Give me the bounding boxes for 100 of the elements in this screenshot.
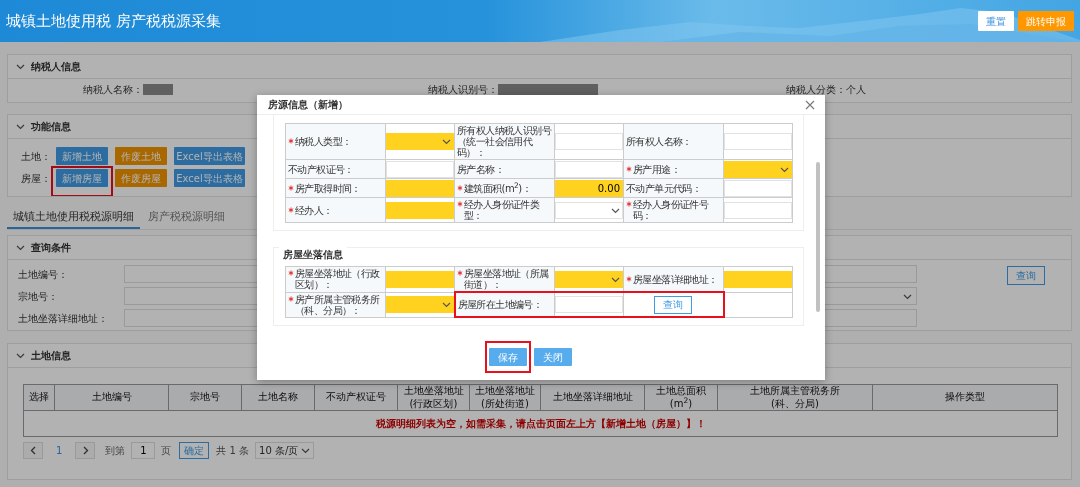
empty-message: 税源明细列表为空，如需采集，请点击页面左上方【新增土地（房屋）】！ <box>23 410 1058 437</box>
dialog-title: 房源信息（新增） <box>268 98 348 112</box>
required-icon <box>457 270 463 276</box>
column-header: 不动产权证号 <box>314 384 398 411</box>
field-label: 经办人身份证件类型： <box>464 199 541 221</box>
column-header: 操作类型 <box>872 384 1058 411</box>
reset-button[interactable]: 重置 <box>978 11 1014 31</box>
field-label: 房屋坐落地址（所属街道）： <box>464 268 550 290</box>
input-field[interactable] <box>724 270 792 288</box>
input-field[interactable] <box>386 179 454 197</box>
input-field[interactable] <box>386 270 454 288</box>
caret-icon <box>903 292 912 300</box>
field-value: 个人 <box>846 83 866 97</box>
row-label: 土地： <box>21 149 49 164</box>
add-button[interactable]: 新增土地 <box>56 147 108 165</box>
caret-icon <box>301 447 311 454</box>
column-header: 选择 <box>23 384 55 411</box>
field-label: 经办人： <box>295 204 333 216</box>
input-field[interactable] <box>386 160 454 178</box>
field-label: 纳税人类型： <box>295 136 352 147</box>
dialog-button[interactable]: 关闭 <box>534 348 572 366</box>
panel-title: 纳税人信息 <box>31 60 81 74</box>
chevron-icon <box>16 63 25 70</box>
panel-title: 查询条件 <box>31 241 71 255</box>
submit-button[interactable]: 跳转申报 <box>1018 11 1074 31</box>
column-header: 土地编号 <box>54 384 169 411</box>
required-icon <box>288 184 294 191</box>
field-label: 不动产权证号： <box>288 163 354 175</box>
field-label: 房产名称： <box>457 163 504 175</box>
input-field[interactable] <box>724 201 792 219</box>
select-field[interactable] <box>386 296 454 313</box>
field-label: 宗地号： <box>18 289 59 304</box>
select-field[interactable] <box>724 160 792 178</box>
required-icon <box>457 184 463 191</box>
column-header: 土地坐落地址 (所处街道) <box>469 384 541 411</box>
required-icon <box>457 201 463 207</box>
dialog-button[interactable]: 保存 <box>489 348 527 366</box>
panel-title: 土地信息 <box>31 349 71 363</box>
select-field[interactable] <box>555 270 623 288</box>
panel-title: 功能信息 <box>31 120 71 134</box>
column-header: 土地总面积(m$^{2}$) <box>644 384 718 411</box>
page-size-select[interactable]: 10 条/页 <box>255 442 315 459</box>
total-count: 共 1 条 <box>216 444 250 458</box>
field-label: 所有权人名称： <box>626 136 692 147</box>
field-label: 房屋坐落地址（行政区划）： <box>295 268 381 291</box>
row-label: 房屋： <box>21 171 49 186</box>
page-label: 页 <box>161 444 172 458</box>
required-icon <box>626 275 632 282</box>
export-button[interactable]: Excel导出表格 <box>174 169 245 187</box>
field-label: 纳税人分类： <box>786 83 846 97</box>
field-label: 不动产单元代码： <box>626 182 702 194</box>
caret-icon <box>780 165 789 173</box>
void-button[interactable]: 作废土地 <box>115 147 167 165</box>
add-button[interactable]: 新增房屋 <box>56 169 108 187</box>
column-header: 土地坐落地址 (行政区划) <box>397 384 470 411</box>
input-field[interactable] <box>555 296 623 313</box>
next-page-button[interactable] <box>75 442 96 459</box>
tab[interactable]: 城镇土地使用税税源明细 <box>7 208 140 229</box>
required-icon <box>288 270 294 277</box>
confirm-button[interactable]: 确定 <box>179 442 210 459</box>
required-icon <box>288 138 294 144</box>
column-header: 土地名称 <box>241 384 315 411</box>
input-field[interactable] <box>724 133 792 150</box>
export-button[interactable]: Excel导出表格 <box>174 147 245 165</box>
field-label: 房产取得时间： <box>295 182 361 194</box>
select-field[interactable] <box>555 201 623 219</box>
chevron-icon <box>16 352 25 359</box>
search-button[interactable]: 查询 <box>654 295 693 314</box>
input-field[interactable] <box>724 179 792 197</box>
search-button[interactable]: 查询 <box>1007 266 1045 285</box>
close-icon[interactable] <box>805 99 815 110</box>
page-title: 城镇土地使用税 房产税税源采集 <box>6 10 221 32</box>
caret-icon <box>442 138 451 145</box>
void-button[interactable]: 作废房屋 <box>115 169 167 187</box>
page-input[interactable]: 1 <box>131 442 156 459</box>
page-number[interactable]: 1 <box>56 443 63 458</box>
input-field[interactable]: 0.00 <box>555 179 623 197</box>
input-field[interactable] <box>555 133 623 150</box>
chevron-left-icon <box>29 446 37 455</box>
prev-page-button[interactable] <box>23 442 43 459</box>
field-label: 房产用途： <box>633 163 680 175</box>
column-header: 土地坐落详细地址 <box>540 384 645 411</box>
column-header: 宗地号 <box>168 384 242 411</box>
required-icon <box>626 201 632 207</box>
column-header: 土地所属主管税务所 (科、分局) <box>717 384 873 411</box>
tab[interactable]: 房产税税源明细 <box>142 208 231 229</box>
field-label: 纳税人名称： <box>83 83 143 97</box>
field-label: 房屋坐落详细地址： <box>633 273 718 285</box>
required-icon <box>288 295 294 302</box>
select-field[interactable] <box>386 133 454 150</box>
chevron-right-icon <box>81 446 89 455</box>
caret-icon <box>611 206 620 214</box>
chevron-icon <box>16 123 25 130</box>
field-label: 房屋所在土地编号： <box>457 299 543 310</box>
field-label: 纳税人识别号： <box>428 83 498 97</box>
input-field[interactable] <box>386 201 454 219</box>
field-label: 土地坐落详细地址： <box>18 311 109 326</box>
input-field[interactable] <box>555 160 623 178</box>
field-label: 所有权人纳税人识别号（统一社会信用代码）： <box>457 125 552 158</box>
section-title: 房屋坐落信息 <box>279 247 347 262</box>
